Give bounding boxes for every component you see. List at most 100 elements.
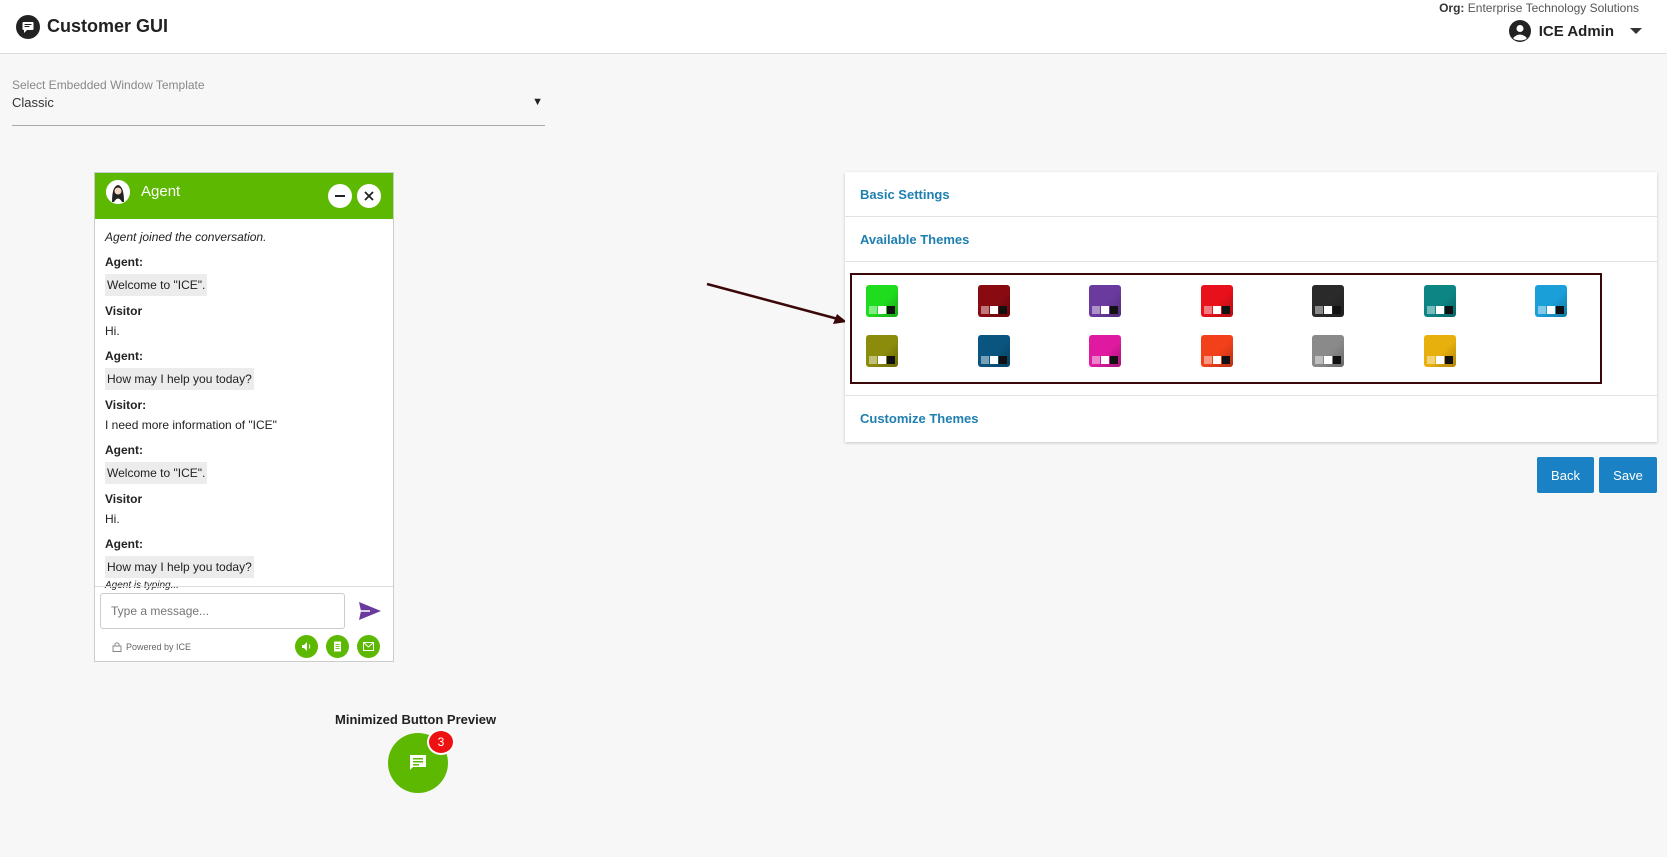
theme-swatch-orange-red[interactable]	[1200, 335, 1233, 367]
theme-swatch-chip	[1110, 356, 1118, 364]
app-header: Customer GUI Org: Enterprise Technology …	[0, 0, 1667, 54]
chat-title: Agent	[141, 183, 181, 200]
theme-swatch-chip	[869, 306, 877, 314]
powered-by: Powered by ICE	[112, 641, 191, 652]
visitor-message: I need more information of "ICE"	[105, 418, 277, 432]
theme-swatch-black[interactable]	[1312, 285, 1344, 317]
theme-swatch-chip	[980, 306, 989, 314]
theme-swatch-chip	[1426, 356, 1435, 364]
chat-icon	[410, 755, 426, 770]
theme-swatch-chip	[1444, 306, 1453, 314]
chat-logo-icon	[16, 15, 40, 39]
theme-swatch-chip	[1203, 306, 1212, 314]
theme-swatch-chip	[1435, 356, 1444, 364]
theme-swatch-chip	[1212, 356, 1221, 364]
theme-swatch-chip	[1324, 356, 1332, 364]
theme-swatch-dark-red[interactable]	[977, 285, 1010, 317]
message-sender: Agent:	[105, 349, 143, 363]
theme-swatch-chip	[1101, 306, 1109, 314]
theme-swatch-chip	[869, 356, 877, 364]
send-icon[interactable]	[358, 601, 382, 621]
chat-header: Agent	[95, 173, 393, 219]
user-avatar-icon	[1508, 20, 1531, 42]
theme-swatch-chip	[1092, 356, 1100, 364]
save-button[interactable]: Save	[1599, 457, 1657, 493]
theme-swatch-olive[interactable]	[866, 335, 898, 367]
chat-messages: Agent joined the conversation. Agent: We…	[95, 219, 393, 591]
org-label: Org:	[1439, 1, 1465, 15]
theme-swatch-green[interactable]	[866, 285, 898, 317]
theme-swatch-magenta[interactable]	[1089, 335, 1121, 367]
sound-button[interactable]	[295, 635, 318, 658]
theme-swatch-sky-blue[interactable]	[1535, 285, 1567, 317]
close-button[interactable]	[357, 184, 381, 208]
dropdown-arrow-icon[interactable]: ▼	[532, 96, 543, 108]
theme-swatch-chip	[1538, 306, 1546, 314]
document-icon	[334, 641, 341, 652]
theme-swatch-chip	[1101, 356, 1109, 364]
minimize-icon	[335, 195, 345, 197]
visitor-message: Hi.	[105, 324, 120, 338]
theme-swatch-teal[interactable]	[1423, 285, 1456, 317]
agent-message: Welcome to "ICE".	[105, 274, 208, 296]
email-button[interactable]	[357, 635, 380, 658]
theme-swatch-gray[interactable]	[1312, 335, 1344, 367]
agent-message: How may I help you today?	[105, 556, 254, 578]
template-select-value: Classic	[12, 95, 54, 110]
powered-by-text: Powered by ICE	[126, 641, 192, 652]
app-title: Customer GUI	[47, 16, 169, 36]
theme-swatch-navy-blue[interactable]	[977, 335, 1010, 367]
user-menu[interactable]: ICE Admin	[1508, 20, 1642, 42]
user-name: ICE Admin	[1538, 22, 1614, 40]
theme-swatch-chip	[1324, 306, 1332, 314]
themes-highlight-box	[850, 273, 1602, 384]
theme-swatch-chip	[1315, 306, 1323, 314]
chevron-down-icon[interactable]	[1630, 28, 1642, 34]
message-sender: Visitor	[105, 304, 143, 318]
theme-swatch-purple[interactable]	[1089, 285, 1121, 317]
theme-swatch-chip	[1435, 306, 1444, 314]
theme-swatch-chip	[1547, 306, 1555, 314]
theme-swatch-chip	[1556, 306, 1564, 314]
message-sender: Agent:	[105, 255, 143, 269]
customize-themes-section[interactable]: Customize Themes	[845, 396, 1657, 441]
message-input[interactable]	[100, 593, 345, 629]
theme-swatch-chip	[1221, 306, 1230, 314]
visitor-message: Hi.	[105, 512, 120, 526]
message-sender: Agent:	[105, 443, 143, 457]
email-icon	[363, 642, 374, 651]
theme-swatch-chip	[998, 356, 1007, 364]
theme-swatch-chip	[887, 356, 895, 364]
transcript-button[interactable]	[326, 635, 349, 658]
basic-settings-section[interactable]: Basic Settings	[845, 172, 1657, 217]
theme-swatch-chip	[1110, 306, 1118, 314]
back-button[interactable]: Back	[1537, 457, 1594, 493]
theme-swatch-chip	[980, 356, 989, 364]
chat-footer: Powered by ICE	[95, 586, 393, 661]
theme-swatch-red[interactable]	[1200, 285, 1233, 317]
template-select-label: Select Embedded Window Template	[12, 78, 205, 92]
message-sender: Visitor	[105, 492, 143, 506]
theme-swatch-chip	[1444, 356, 1453, 364]
theme-swatch-chip	[1203, 356, 1212, 364]
available-themes-section[interactable]: Available Themes	[845, 217, 1657, 262]
theme-swatch-chip	[878, 306, 886, 314]
theme-swatch-chip	[878, 356, 886, 364]
theme-swatch-chip	[989, 306, 998, 314]
settings-panel: Basic Settings Available Themes Customiz…	[845, 172, 1657, 442]
theme-swatch-chip	[1221, 356, 1230, 364]
theme-swatch-chip	[998, 306, 1007, 314]
theme-swatch-chip	[1092, 306, 1100, 314]
message-sender: Visitor:	[105, 398, 147, 412]
theme-swatch-chip	[1315, 356, 1323, 364]
lock-icon	[112, 642, 122, 652]
annotation-arrow-icon	[706, 282, 847, 324]
theme-swatch-chip	[989, 356, 998, 364]
agent-avatar	[106, 180, 130, 204]
minimize-button[interactable]	[328, 184, 352, 208]
theme-swatch-chip	[1333, 306, 1341, 314]
theme-swatch-gold[interactable]	[1423, 335, 1456, 367]
template-select[interactable]: Classic ▼	[12, 94, 545, 126]
message-sender: Agent:	[105, 537, 143, 551]
close-icon	[364, 191, 374, 201]
